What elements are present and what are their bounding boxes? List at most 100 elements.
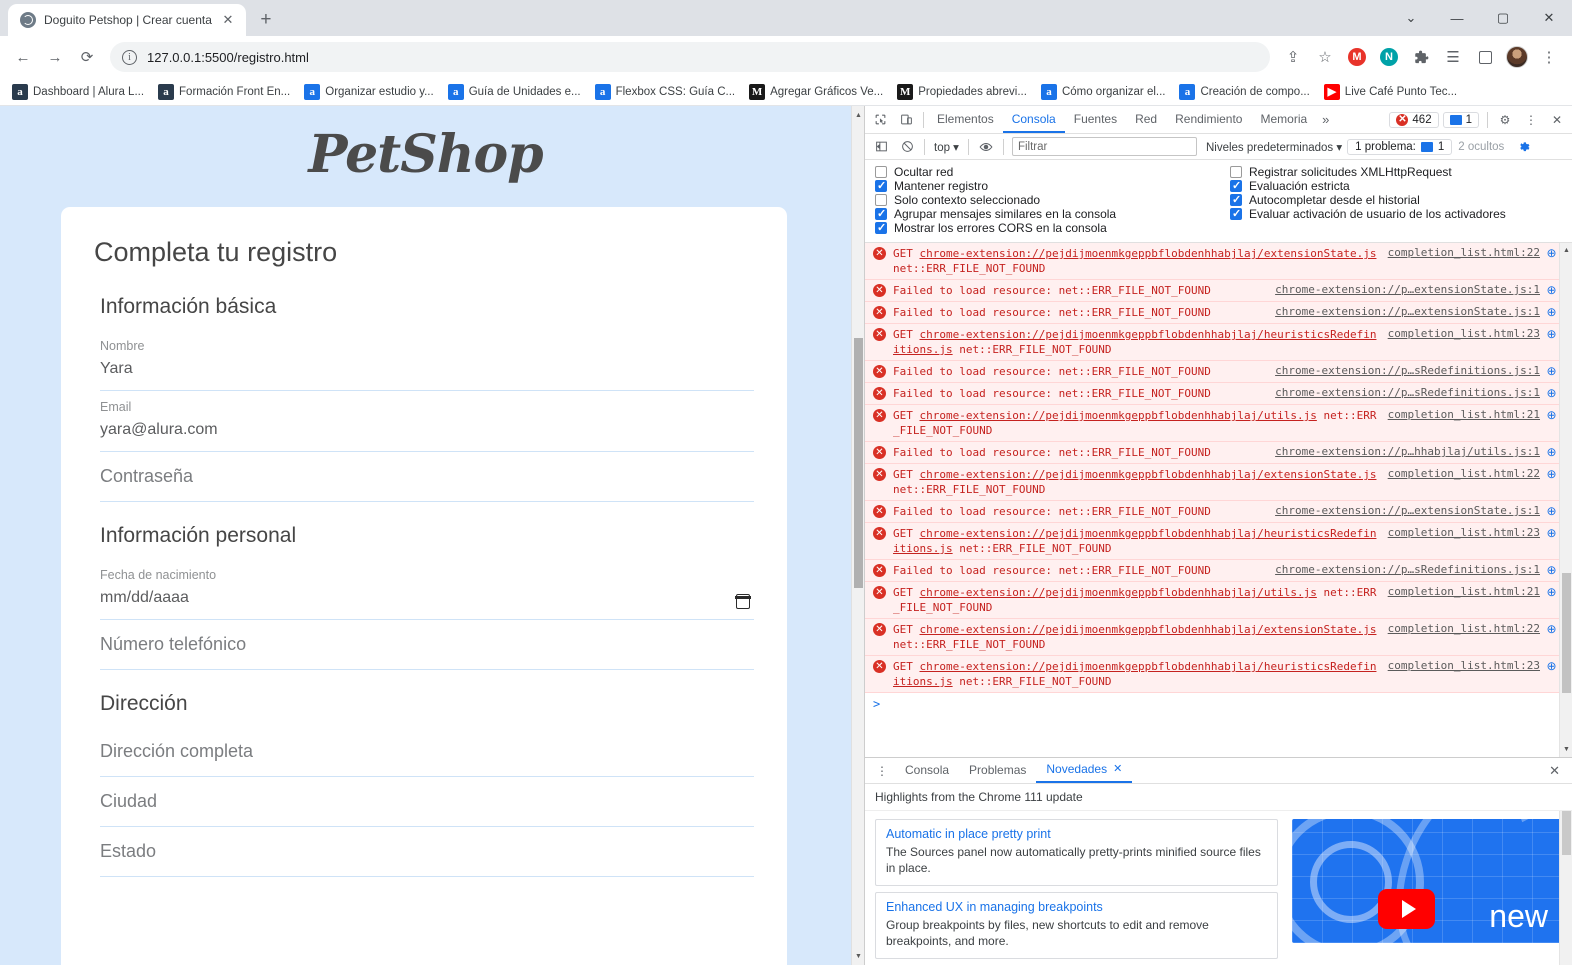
- devtools-tab-fuentes[interactable]: Fuentes: [1065, 106, 1126, 133]
- extension-m-icon[interactable]: M: [1342, 42, 1372, 72]
- console-error-row[interactable]: ✕ Failed to load resource: net::ERR_FILE_…: [865, 361, 1559, 383]
- console-source-link[interactable]: completion_list.html:22: [1380, 246, 1544, 259]
- issue-icon[interactable]: ⊕: [1544, 386, 1559, 400]
- console-prompt[interactable]: >: [865, 693, 1559, 715]
- console-error-row[interactable]: ✕ Failed to load resource: net::ERR_FILE_…: [865, 442, 1559, 464]
- drawer-tab-problemas[interactable]: Problemas: [959, 758, 1036, 783]
- console-source-link[interactable]: chrome-extension://p…hhabjlaj/utils.js:1: [1267, 445, 1544, 458]
- devtools-tab-rendimiento[interactable]: Rendimiento: [1166, 106, 1251, 133]
- whats-new-card-title[interactable]: Enhanced UX in managing breakpoints: [886, 900, 1267, 914]
- form-field-contraseña[interactable]: Contraseña: [100, 452, 754, 502]
- extension-n-icon[interactable]: N: [1374, 42, 1404, 72]
- issue-icon[interactable]: ⊕: [1544, 246, 1559, 260]
- back-icon[interactable]: ←: [8, 42, 38, 72]
- reload-icon[interactable]: ⟳: [72, 42, 102, 72]
- live-expression-eye-icon[interactable]: [973, 135, 999, 159]
- scroll-up-icon[interactable]: ▲: [852, 108, 864, 122]
- console-url[interactable]: chrome-extension://pejdijmoenmkgeppbflob…: [920, 409, 1317, 422]
- form-field-email[interactable]: Email yara@alura.com: [100, 391, 754, 452]
- bookmark-item[interactable]: a Formación Front En...: [152, 82, 296, 102]
- devtools-tab-memoria[interactable]: Memoria: [1251, 106, 1316, 133]
- checkbox-box[interactable]: [1230, 207, 1242, 221]
- console-setting-checkbox[interactable]: Ocultar red: [875, 165, 1230, 179]
- device-toolbar-icon[interactable]: [893, 108, 919, 132]
- checkbox-box[interactable]: [1230, 193, 1242, 207]
- whats-new-card-title[interactable]: Automatic in place pretty print: [886, 827, 1267, 841]
- browser-tab[interactable]: Doguito Petshop | Crear cuenta ✕: [8, 4, 246, 36]
- devtools-settings-icon[interactable]: ⚙: [1492, 108, 1518, 132]
- devtools-tab-elementos[interactable]: Elementos: [928, 106, 1003, 133]
- console-url[interactable]: chrome-extension://pejdijmoenmkgeppbflob…: [920, 468, 1377, 481]
- checkbox-box[interactable]: [875, 179, 887, 193]
- reading-list-icon[interactable]: ☰: [1438, 42, 1468, 72]
- clear-console-icon[interactable]: [894, 135, 920, 159]
- side-panel-icon[interactable]: [1470, 42, 1500, 72]
- console-error-row[interactable]: ✕ Failed to load resource: net::ERR_FILE_…: [865, 560, 1559, 582]
- console-url[interactable]: chrome-extension://pejdijmoenmkgeppbflob…: [920, 247, 1377, 260]
- issue-icon[interactable]: ⊕: [1544, 305, 1559, 319]
- console-scroll-thumb[interactable]: [1562, 573, 1571, 693]
- issue-icon[interactable]: ⊕: [1544, 408, 1559, 422]
- drawer-close-icon[interactable]: ✕: [1541, 763, 1568, 779]
- minimize-button[interactable]: —: [1434, 0, 1480, 36]
- console-error-row[interactable]: ✕ Failed to load resource: net::ERR_FILE_…: [865, 302, 1559, 324]
- avatar[interactable]: [1502, 42, 1532, 72]
- execution-context-select[interactable]: top ▾: [929, 140, 964, 154]
- issue-icon[interactable]: ⊕: [1544, 659, 1559, 673]
- console-setting-checkbox[interactable]: Autocompletar desde el historial: [1230, 193, 1562, 207]
- console-setting-checkbox[interactable]: Evaluación estricta: [1230, 179, 1562, 193]
- console-setting-checkbox[interactable]: Solo contexto seleccionado: [875, 193, 1230, 207]
- page-scroll-thumb[interactable]: [854, 338, 863, 588]
- console-source-link[interactable]: chrome-extension://p…sRedefinitions.js:1: [1267, 364, 1544, 377]
- devtools-close-icon[interactable]: ✕: [1544, 108, 1570, 132]
- console-source-link[interactable]: chrome-extension://p…sRedefinitions.js:1: [1267, 563, 1544, 576]
- console-source-link[interactable]: chrome-extension://p…sRedefinitions.js:1: [1267, 386, 1544, 399]
- checkbox-box[interactable]: [875, 221, 887, 235]
- whats-new-card[interactable]: Automatic in place pretty print The Sourc…: [875, 819, 1278, 886]
- console-source-link[interactable]: chrome-extension://p…extensionState.js:1: [1267, 283, 1544, 296]
- form-field-nombre[interactable]: Nombre Yara: [100, 330, 754, 391]
- bookmark-item[interactable]: a Organizar estudio y...: [298, 82, 439, 102]
- issue-icon[interactable]: ⊕: [1544, 327, 1559, 341]
- form-field-número-telefónico[interactable]: Número telefónico: [100, 620, 754, 670]
- console-filter-input[interactable]: Filtrar: [1011, 137, 1197, 156]
- drawer-tab-novedades[interactable]: Novedades ✕: [1036, 758, 1133, 783]
- drawer-scrollbar[interactable]: [1559, 811, 1572, 965]
- site-info-icon[interactable]: i: [122, 49, 137, 65]
- maximize-button[interactable]: ▢: [1480, 0, 1526, 36]
- problems-badge[interactable]: 1 problema: 1: [1347, 138, 1453, 155]
- bookmark-star-icon[interactable]: ☆: [1310, 42, 1340, 72]
- console-source-link[interactable]: chrome-extension://p…extensionState.js:1: [1267, 504, 1544, 517]
- console-source-link[interactable]: completion_list.html:21: [1380, 408, 1544, 421]
- address-bar[interactable]: i 127.0.0.1:5500/registro.html: [110, 42, 1270, 72]
- bookmark-item[interactable]: M Agregar Gráficos Ve...: [743, 82, 889, 102]
- console-scroll-up-icon[interactable]: ▲: [1560, 244, 1572, 257]
- whats-new-video-thumbnail[interactable]: new: [1292, 819, 1562, 943]
- checkbox-box[interactable]: [875, 194, 887, 206]
- console-source-link[interactable]: chrome-extension://p…extensionState.js:1: [1267, 305, 1544, 318]
- issue-icon[interactable]: ⊕: [1544, 585, 1559, 599]
- console-error-row[interactable]: ✕ GET chrome-extension://pejdijmoenmkgepp…: [865, 523, 1559, 560]
- console-source-link[interactable]: completion_list.html:23: [1380, 526, 1544, 539]
- bookmark-item[interactable]: a Flexbox CSS: Guía C...: [589, 82, 742, 102]
- page-scrollbar[interactable]: ▲ ▼: [851, 106, 864, 965]
- console-url[interactable]: chrome-extension://pejdijmoenmkgeppbflob…: [920, 586, 1317, 599]
- share-icon[interactable]: ⇪: [1278, 42, 1308, 72]
- drawer-tab-consola[interactable]: Consola: [895, 758, 959, 783]
- console-error-row[interactable]: ✕ Failed to load resource: net::ERR_FILE_…: [865, 501, 1559, 523]
- console-setting-checkbox[interactable]: Agrupar mensajes similares en la consola: [875, 207, 1230, 221]
- console-setting-checkbox[interactable]: Mostrar los errores CORS en la consola: [875, 221, 1230, 235]
- close-window-button[interactable]: ✕: [1526, 0, 1572, 36]
- checkbox-box[interactable]: [1230, 179, 1242, 193]
- forward-icon[interactable]: →: [40, 42, 70, 72]
- issue-icon[interactable]: ⊕: [1544, 563, 1559, 577]
- console-source-link[interactable]: completion_list.html:22: [1380, 467, 1544, 480]
- form-field-estado[interactable]: Estado: [100, 827, 754, 877]
- issue-icon[interactable]: ⊕: [1544, 445, 1559, 459]
- bookmark-item[interactable]: M Propiedades abrevi...: [891, 82, 1033, 102]
- console-settings-gear-icon[interactable]: [1510, 135, 1536, 159]
- scroll-down-icon[interactable]: ▼: [852, 949, 864, 963]
- new-tab-button[interactable]: +: [252, 6, 280, 34]
- console-error-row[interactable]: ✕ Failed to load resource: net::ERR_FILE_…: [865, 280, 1559, 302]
- console-error-row[interactable]: ✕ GET chrome-extension://pejdijmoenmkgepp…: [865, 582, 1559, 619]
